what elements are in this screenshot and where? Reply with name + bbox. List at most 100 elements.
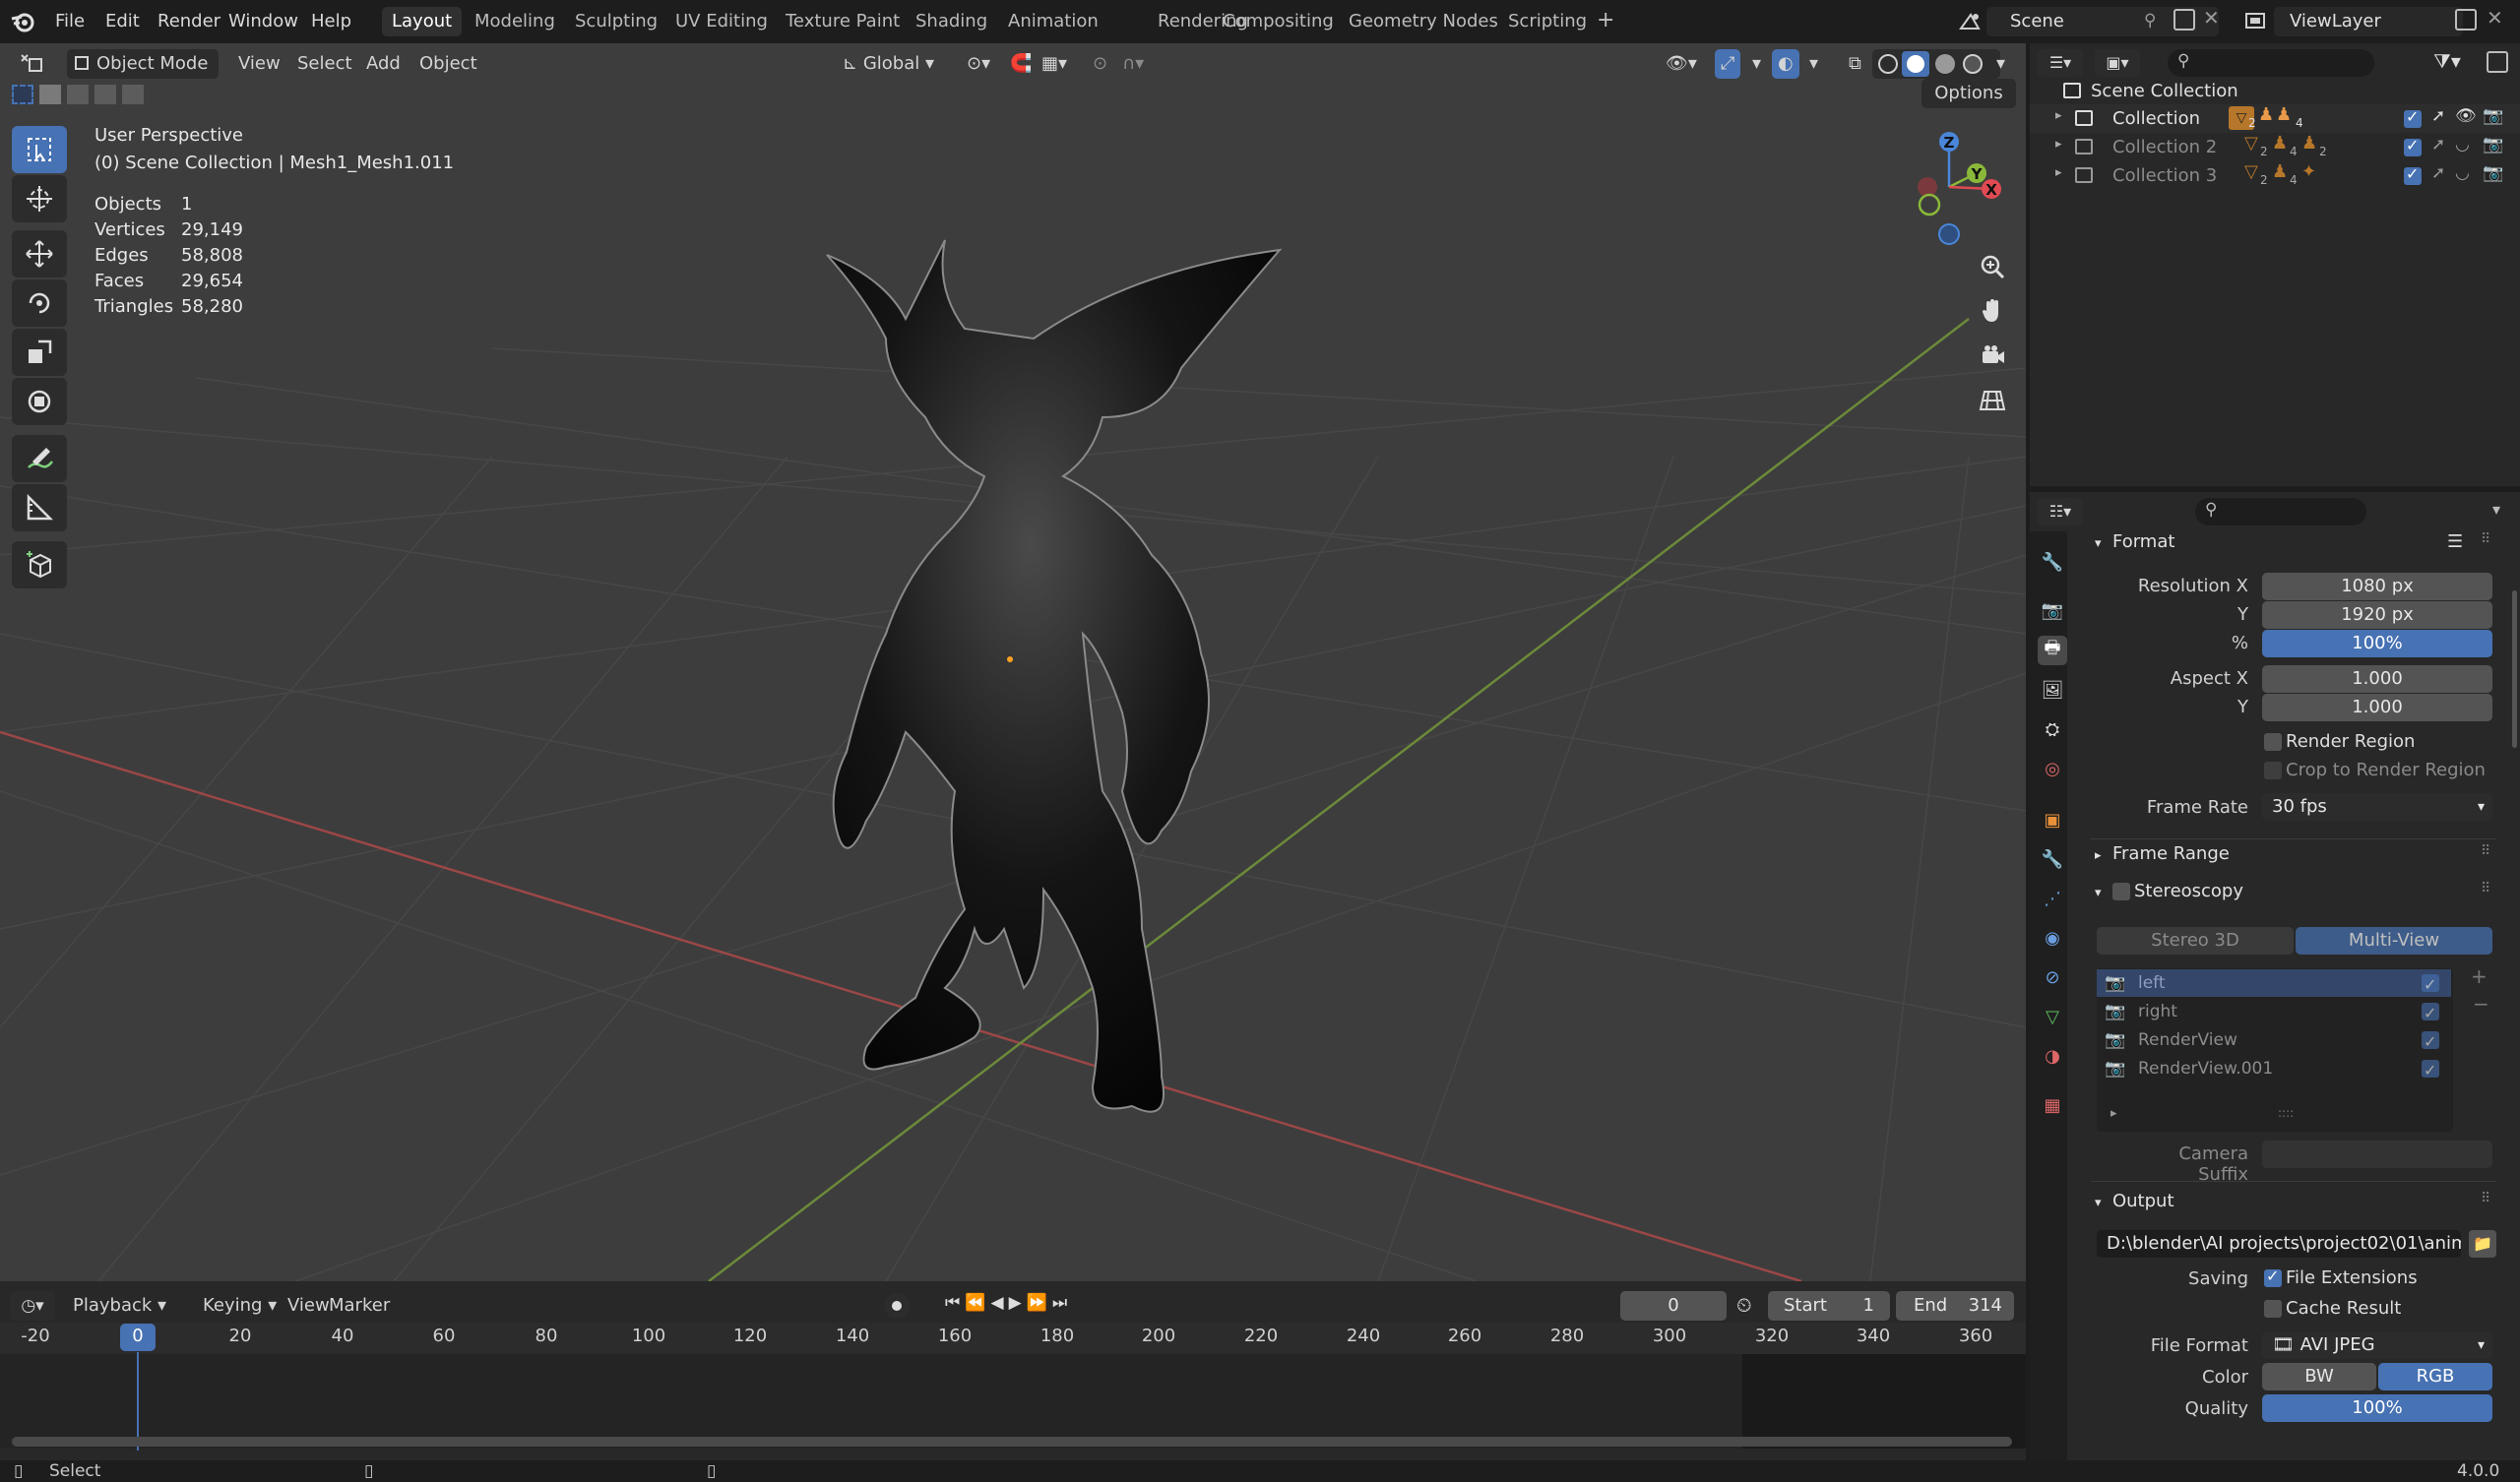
tab-animation[interactable]: Animation: [998, 7, 1108, 36]
tab-texture-paint[interactable]: Texture Paint: [776, 7, 910, 36]
new-scene-icon[interactable]: [2174, 9, 2195, 31]
pivot-point-icon[interactable]: ⊙▾: [959, 49, 998, 79]
editor-type-icon[interactable]: [10, 49, 53, 79]
options-button[interactable]: Options: [1922, 79, 2016, 108]
rendered-shading-icon[interactable]: [1963, 54, 1983, 74]
expand-arrow-icon[interactable]: ▸: [2055, 165, 2062, 180]
proportional-edit-icon[interactable]: ⊙: [1085, 49, 1115, 79]
armature-icon[interactable]: ♟: [2276, 104, 2292, 125]
new-view-layer-icon[interactable]: [2455, 9, 2477, 31]
solid-shading-icon[interactable]: [1902, 51, 1929, 77]
stereoscopy-checkbox[interactable]: [2112, 883, 2130, 900]
format-section-header[interactable]: ▾ Format: [2095, 531, 2174, 552]
drag-handle-icon[interactable]: ⠿: [2481, 843, 2490, 859]
menu-object[interactable]: Object: [411, 49, 485, 79]
delete-view-layer-icon[interactable]: ✕: [2487, 6, 2503, 30]
mesh-icon[interactable]: ▽: [2244, 161, 2258, 182]
falloff-icon[interactable]: ∩▾: [1114, 49, 1152, 79]
world-tab-icon[interactable]: ◎: [2038, 754, 2067, 783]
move-tool[interactable]: [12, 230, 67, 278]
camera-suffix-field[interactable]: [2262, 1141, 2492, 1168]
gizmo-toggle-icon[interactable]: ⤢: [1715, 49, 1741, 79]
select-box-tool[interactable]: [12, 126, 67, 173]
mesh-icon[interactable]: ▽: [2244, 133, 2258, 154]
menu-marker[interactable]: Marker: [323, 1291, 396, 1321]
timeline-scrollbar[interactable]: [12, 1437, 2012, 1447]
record-icon[interactable]: [884, 1293, 910, 1319]
transform-orientation-selector[interactable]: ⊾ Global ▾: [835, 49, 947, 79]
armature-icon[interactable]: ♟: [2272, 161, 2288, 182]
constraints-tab-icon[interactable]: ⊘: [2038, 962, 2067, 992]
material-shading-icon[interactable]: [1935, 54, 1955, 74]
crop-region-checkbox[interactable]: [2264, 762, 2282, 779]
select-new-icon[interactable]: [12, 85, 33, 104]
color-bw-button[interactable]: BW: [2262, 1363, 2376, 1390]
outliner-row-collection-2[interactable]: ▸ Collection 2 ▽ 2 ♟ 4 ♟ 2 ➚ ◡ 📷: [2030, 133, 2520, 161]
tab-layout[interactable]: Layout: [382, 7, 463, 36]
tool-tab-icon[interactable]: 🔧: [2038, 547, 2067, 577]
zoom-icon[interactable]: [1973, 247, 2012, 286]
tab-scripting[interactable]: Scripting: [1498, 7, 1597, 36]
transform-tool[interactable]: [12, 378, 67, 425]
tab-uv-editing[interactable]: UV Editing: [665, 7, 778, 36]
view-layer-icon[interactable]: [2240, 7, 2272, 36]
end-frame-field[interactable]: End 314: [1896, 1291, 2014, 1321]
jump-keyframe-forward-icon[interactable]: ⏩: [1027, 1293, 1052, 1313]
list-item[interactable]: 📷 RenderView: [2097, 1026, 2451, 1056]
color-rgb-button[interactable]: RGB: [2378, 1363, 2492, 1390]
list-expand-icon[interactable]: ▸: [2110, 1106, 2117, 1121]
navigation-gizmo[interactable]: Z Y X: [1890, 128, 2008, 246]
rotate-tool[interactable]: [12, 279, 67, 327]
render-camera-icon[interactable]: 📷: [2483, 135, 2503, 154]
object-tab-icon[interactable]: ▣: [2038, 805, 2067, 834]
start-frame-field[interactable]: Start 1: [1768, 1291, 1890, 1321]
gizmo-dropdown-icon[interactable]: ▾: [1744, 49, 1769, 79]
select-extend-icon[interactable]: [39, 85, 61, 104]
cursor-tool[interactable]: [12, 175, 67, 222]
overlay-toggle-icon[interactable]: ◐: [1772, 49, 1799, 79]
view-enabled-checkbox[interactable]: [2422, 971, 2439, 999]
menu-help[interactable]: Help: [303, 8, 359, 35]
annotate-tool[interactable]: [12, 435, 67, 482]
add-cube-tool[interactable]: [12, 541, 67, 588]
delete-scene-icon[interactable]: ✕: [2203, 6, 2220, 30]
exclude-checkbox[interactable]: [2404, 107, 2422, 128]
properties-search-input[interactable]: ⚲: [2195, 498, 2366, 525]
jump-start-icon[interactable]: ⏮: [945, 1293, 965, 1313]
resolution-percentage-slider[interactable]: 100%: [2262, 630, 2492, 657]
selectable-icon[interactable]: ➚: [2431, 163, 2445, 183]
overlay-dropdown-icon[interactable]: ▾: [1801, 49, 1826, 79]
stereo-3d-tab[interactable]: Stereo 3D: [2097, 927, 2294, 955]
camera-view-icon[interactable]: [1973, 336, 2012, 375]
filter-icon[interactable]: ⧩▾: [2433, 49, 2461, 73]
measure-tool[interactable]: [12, 484, 67, 531]
xray-icon[interactable]: ⧉: [1841, 49, 1869, 79]
output-section-header[interactable]: ▾ Output: [2095, 1191, 2174, 1211]
file-extensions-checkbox[interactable]: [2264, 1266, 2282, 1287]
tab-geometry-nodes[interactable]: Geometry Nodes: [1339, 7, 1508, 36]
folder-icon[interactable]: 📁: [2469, 1230, 2496, 1258]
snap-target-icon[interactable]: ▦▾: [1034, 49, 1075, 79]
frame-ruler[interactable]: [0, 1323, 2026, 1354]
tab-compositing[interactable]: Compositing: [1213, 7, 1344, 36]
selectable-icon[interactable]: ➚: [2431, 135, 2445, 154]
expand-arrow-icon[interactable]: ▸: [2055, 137, 2062, 152]
jump-keyframe-back-icon[interactable]: ⏪: [965, 1293, 990, 1313]
texture-tab-icon[interactable]: ▦: [2038, 1090, 2067, 1120]
select-subtract-icon[interactable]: [67, 85, 89, 104]
list-resize-handle[interactable]: ::::: [2278, 1106, 2294, 1120]
play-reverse-icon[interactable]: ◀: [990, 1293, 1008, 1313]
blender-logo-icon[interactable]: [10, 9, 35, 34]
outliner-row-collection-3[interactable]: ▸ Collection 3 ▽ 2 ♟ 4 ✦ ➚ ◡ 📷: [2030, 161, 2520, 190]
output-tab-icon[interactable]: 🖶: [2038, 636, 2067, 665]
menu-view[interactable]: View: [230, 49, 288, 79]
perspective-toggle-icon[interactable]: [1973, 380, 2012, 419]
material-tab-icon[interactable]: ◑: [2038, 1041, 2067, 1071]
outliner-editor-type-icon[interactable]: ☰▾: [2038, 49, 2083, 77]
menu-keying[interactable]: Keying ▾: [197, 1291, 283, 1321]
exclude-checkbox[interactable]: [2404, 136, 2422, 156]
cache-result-checkbox[interactable]: [2264, 1300, 2282, 1318]
view-enabled-checkbox[interactable]: [2422, 1028, 2439, 1056]
render-region-checkbox[interactable]: [2264, 733, 2282, 751]
clock-icon[interactable]: ⏲: [1736, 1293, 1752, 1317]
